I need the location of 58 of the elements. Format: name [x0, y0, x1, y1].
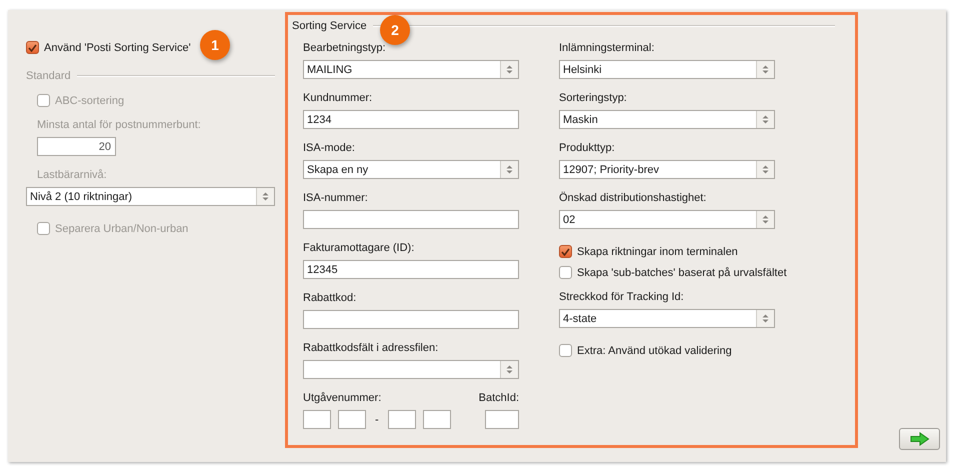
field-label: Fakturamottagare (ID): [303, 241, 414, 255]
input-field[interactable] [338, 410, 366, 429]
callout-badge: 2 [380, 15, 410, 45]
checkbox-label: Skapa 'sub-batches' baserat på urvalsfältet [577, 266, 787, 278]
group-title: Sorting Service [292, 20, 367, 32]
group-title: Standard [26, 70, 71, 82]
input-field[interactable] [303, 410, 331, 429]
field-label: Kundnummer: [303, 91, 372, 105]
field-label: BatchId: [478, 391, 519, 405]
field-label: ISA-nummer: [303, 191, 368, 205]
field-label: Produkttyp: [559, 141, 615, 155]
field-label: Rabattkod: [303, 291, 356, 305]
field-label: Rabattkodsfält i adressfilen: [303, 341, 438, 355]
checkbox[interactable] [559, 266, 572, 279]
input-field[interactable] [422, 410, 451, 429]
spinner-icon [500, 61, 518, 78]
input-field[interactable] [303, 210, 519, 229]
dropdown[interactable]: Maskin [559, 110, 775, 129]
next-button[interactable] [899, 428, 940, 450]
field-label: Inlämningsterminal: [559, 41, 654, 55]
input-field[interactable] [485, 410, 519, 429]
dropdown[interactable]: 02 [559, 210, 775, 229]
dropdown[interactable] [303, 360, 519, 379]
dropdown[interactable]: 4-state [559, 309, 775, 328]
spinner-icon [756, 310, 774, 327]
spinner-icon [500, 361, 518, 378]
checkbox[interactable] [26, 41, 39, 54]
spinner-icon [756, 211, 774, 228]
field-label: Streckkod för Tracking Id: [559, 290, 684, 304]
input-field[interactable]: 1234 [303, 110, 519, 129]
input-field[interactable] [303, 310, 519, 329]
checkbox-label: ABC-sortering [55, 94, 124, 106]
field-label: Minsta antal för postnummerbunt: [37, 118, 201, 132]
checkbox-label: Extra: Använd utökad validering [577, 344, 732, 356]
spinner-icon [756, 111, 774, 128]
dropdown[interactable]: MAILING [303, 60, 519, 79]
field-label: Sorteringstyp: [559, 91, 627, 105]
checkbox[interactable] [559, 245, 572, 258]
dropdown[interactable]: Helsinki [559, 60, 775, 79]
checkbox-label: Skapa riktningar inom terminalen [577, 246, 738, 258]
input-field[interactable]: 12345 [303, 260, 519, 279]
dropdown[interactable]: Skapa en ny [303, 160, 519, 179]
checkbox-label: Använd 'Posti Sorting Service' [44, 42, 191, 54]
field-label: Lastbärarnivå: [37, 168, 107, 182]
spinner-icon [256, 188, 274, 205]
checkbox-label: Separera Urban/Non-urban [55, 222, 188, 234]
callout-badge: 1 [200, 30, 230, 60]
input-field[interactable] [388, 410, 416, 429]
checkbox[interactable] [559, 344, 572, 357]
field-label: Utgåvenummer: [303, 391, 382, 405]
spinner-icon [756, 161, 774, 178]
field-label: ISA-mode: [303, 141, 355, 155]
field-label: Önskad distributionshastighet: [559, 191, 706, 205]
separator-text: - [374, 414, 380, 426]
spinner-icon [756, 61, 774, 78]
arrow-icon [910, 432, 930, 446]
dropdown[interactable]: 12907; Priority-brev [559, 160, 775, 179]
spinner-icon [500, 161, 518, 178]
